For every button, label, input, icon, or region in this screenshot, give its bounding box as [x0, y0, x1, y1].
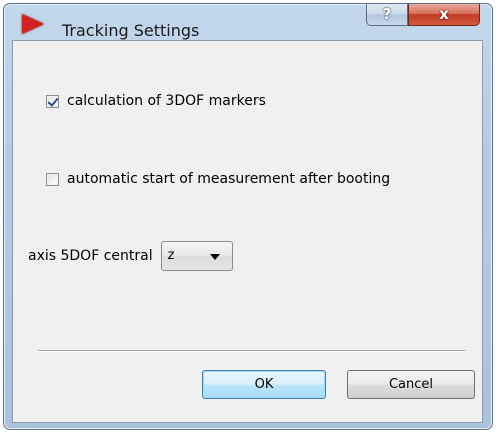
cancel-button[interactable]: Cancel — [347, 370, 475, 399]
axis-select[interactable]: z — [160, 241, 233, 271]
chevron-down-icon — [209, 254, 220, 260]
calc-3dof-checkbox[interactable] — [46, 94, 59, 108]
ok-button[interactable]: OK — [202, 370, 326, 399]
app-icon — [22, 14, 44, 34]
divider — [38, 350, 465, 352]
axis-select-value: z — [167, 248, 175, 263]
title-bar[interactable]: Tracking Settings ? x — [4, 4, 492, 40]
auto-start-checkbox[interactable] — [46, 172, 59, 186]
window-frame: Tracking Settings ? x calculation of 3DO… — [3, 3, 493, 430]
window-title: Tracking Settings — [62, 21, 200, 40]
auto-start-label: automatic start of measurement after boo… — [67, 171, 391, 187]
close-button[interactable]: x — [408, 4, 480, 26]
help-button[interactable]: ? — [366, 4, 408, 26]
axis-label: axis 5DOF central — [28, 248, 153, 264]
dialog-content: calculation of 3DOF markers automatic st… — [12, 40, 483, 423]
calc-3dof-label: calculation of 3DOF markers — [67, 93, 266, 109]
auto-start-row[interactable]: automatic start of measurement after boo… — [46, 171, 390, 187]
axis-row: axis 5DOF central z — [28, 241, 233, 271]
calc-3dof-row[interactable]: calculation of 3DOF markers — [46, 93, 266, 109]
tracking-settings-dialog: Tracking Settings ? x calculation of 3DO… — [0, 0, 497, 432]
